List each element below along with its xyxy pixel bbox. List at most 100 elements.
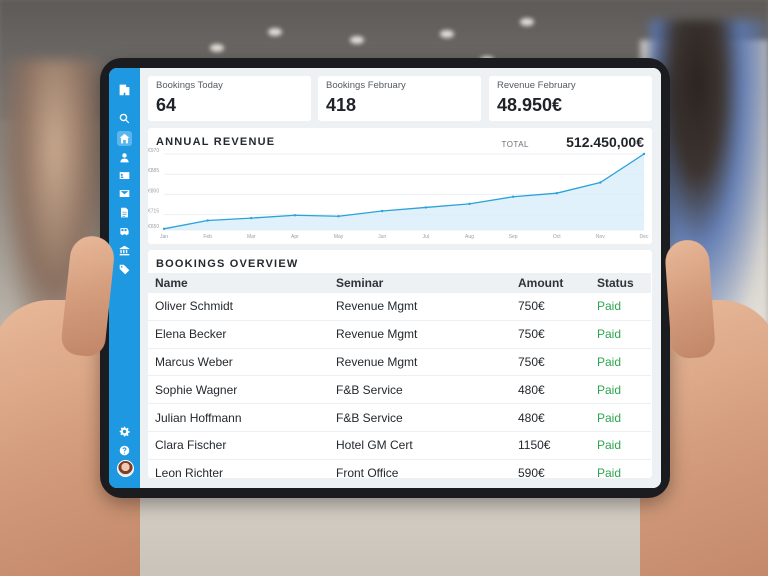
table-row[interactable]: Clara Fischer Hotel GM Cert 1150€ Paid: [148, 431, 651, 460]
column-header-name[interactable]: Name: [148, 273, 329, 293]
revenue-point: [599, 181, 602, 184]
y-tick-label: €650: [148, 224, 159, 230]
table-row[interactable]: Oliver Schmidt Revenue Mgmt 750€ Paid: [148, 293, 651, 321]
cell-name: Leon Richter: [148, 459, 329, 488]
table-row[interactable]: Marcus Weber Revenue Mgmt 750€ Paid: [148, 348, 651, 377]
photo-scene: Bookings Today 64 Bookings February 418 …: [0, 0, 768, 576]
cell-amount: 1150€: [511, 431, 590, 460]
revenue-point: [206, 219, 209, 222]
cell-name: Elena Becker: [148, 320, 329, 349]
stat-card-revenue-february: Revenue February 48.950€: [489, 76, 652, 121]
cell-status: Paid: [590, 293, 651, 321]
mail-icon[interactable]: [117, 186, 132, 201]
cell-amount: 590€: [511, 459, 590, 488]
cell-seminar: Hotel GM Cert: [329, 431, 511, 460]
x-tick-label: Sep: [509, 234, 518, 240]
revenue-point: [555, 191, 558, 195]
x-tick-label: Apr: [291, 234, 299, 240]
revenue-point: [511, 195, 515, 198]
table-row[interactable]: Leon Richter Front Office 590€ Paid: [148, 459, 651, 488]
stat-value: 48.950€: [497, 95, 563, 115]
revenue-point: [162, 227, 166, 231]
revenue-point: [380, 209, 384, 213]
revenue-point: [468, 202, 471, 206]
user-icon[interactable]: [117, 150, 132, 165]
cell-amount: 750€: [511, 293, 590, 321]
ceiling-light: [520, 18, 534, 26]
stat-value: 64: [156, 95, 177, 115]
ceiling-light: [350, 36, 364, 44]
cell-seminar: Front Office: [329, 459, 511, 488]
column-header-seminar[interactable]: Seminar: [329, 273, 511, 293]
stat-label: Bookings Today: [156, 80, 223, 91]
x-tick-label: Jun: [378, 234, 386, 240]
stat-value: 418: [326, 95, 357, 115]
cell-seminar: Revenue Mgmt: [329, 320, 511, 349]
y-tick-label: €970: [148, 148, 159, 154]
cell-amount: 750€: [511, 348, 590, 377]
cell-seminar: F&B Service: [329, 375, 511, 405]
cell-seminar: Revenue Mgmt: [329, 348, 511, 377]
home-icon[interactable]: [117, 131, 132, 146]
revenue-chart: €650 €715 €800 €885 €970 Jan Feb Mar Apr May Jun Ju…: [148, 148, 649, 240]
x-tick-label: Oct: [553, 234, 561, 240]
cell-status: Paid: [590, 431, 651, 460]
cell-seminar: Revenue Mgmt: [329, 293, 511, 321]
revenue-point: [293, 214, 297, 217]
revenue-point: [642, 152, 646, 156]
revenue-point: [250, 216, 253, 220]
right-thumb: [663, 238, 717, 360]
stat-card-bookings-february: Bookings February 418: [318, 76, 481, 121]
cell-status: Paid: [590, 403, 651, 432]
stat-card-bookings-today: Bookings Today 64: [148, 76, 311, 121]
tablet-device: Bookings Today 64 Bookings February 418 …: [100, 58, 670, 498]
y-tick-label: €715: [148, 209, 159, 215]
cell-name: Oliver Schmidt: [148, 293, 329, 321]
cell-status: Paid: [590, 320, 651, 349]
revenue-point: [337, 215, 340, 218]
ceiling-light: [210, 44, 224, 52]
table-row[interactable]: Julian Hoffmann F&B Service 480€ Paid: [148, 403, 651, 432]
y-tick-label: €800: [148, 188, 159, 194]
document-icon[interactable]: [117, 205, 132, 220]
stat-label: Revenue February: [497, 80, 576, 91]
cell-name: Julian Hoffmann: [148, 403, 329, 432]
x-tick-label: Jan: [160, 234, 168, 240]
annual-revenue-card: ANNUAL REVENUE TOTAL 512.450,00€ €650 €71…: [148, 128, 652, 244]
bus-icon[interactable]: [117, 224, 132, 239]
bookings-overview-card: BOOKINGS OVERVIEW Name Seminar Amount St…: [148, 250, 652, 488]
table-header-row: Name Seminar Amount Status: [148, 273, 651, 293]
y-tick-label: €885: [148, 168, 159, 174]
x-tick-label: Aug: [465, 234, 474, 240]
bookings-table: Name Seminar Amount Status Oliver Schmid…: [148, 273, 651, 488]
tag-icon[interactable]: [117, 262, 132, 277]
x-tick-label: Jul: [423, 234, 429, 240]
cell-status: Paid: [590, 348, 651, 377]
dashboard-main: Bookings Today 64 Bookings February 418 …: [140, 68, 661, 488]
sidebar: [109, 68, 140, 488]
id-card-icon[interactable]: [117, 168, 132, 183]
bank-icon[interactable]: [117, 243, 132, 258]
x-tick-label: Dec: [640, 234, 649, 240]
cell-amount: 480€: [511, 403, 590, 432]
cell-name: Clara Fischer: [148, 431, 329, 460]
table-row[interactable]: Elena Becker Revenue Mgmt 750€ Paid: [148, 320, 651, 349]
cell-status: Paid: [590, 375, 651, 405]
x-tick-label: May: [334, 234, 344, 240]
tablet-screen: Bookings Today 64 Bookings February 418 …: [109, 68, 661, 488]
gear-icon[interactable]: [117, 424, 132, 439]
cell-name: Marcus Weber: [148, 348, 329, 377]
help-icon[interactable]: [117, 443, 132, 458]
ceiling-light: [440, 30, 454, 38]
column-header-amount[interactable]: Amount: [511, 273, 590, 293]
cell-amount: 750€: [511, 320, 590, 349]
building-icon[interactable]: [117, 82, 132, 97]
cell-seminar: F&B Service: [329, 403, 511, 432]
column-header-status[interactable]: Status: [590, 273, 651, 293]
cell-status: Paid: [590, 459, 651, 488]
table-row[interactable]: Sophie Wagner F&B Service 480€ Paid: [148, 375, 651, 405]
avatar[interactable]: [117, 460, 134, 477]
cell-name: Sophie Wagner: [148, 375, 329, 405]
x-tick-label: Nov: [596, 234, 605, 240]
search-icon[interactable]: [117, 111, 132, 126]
